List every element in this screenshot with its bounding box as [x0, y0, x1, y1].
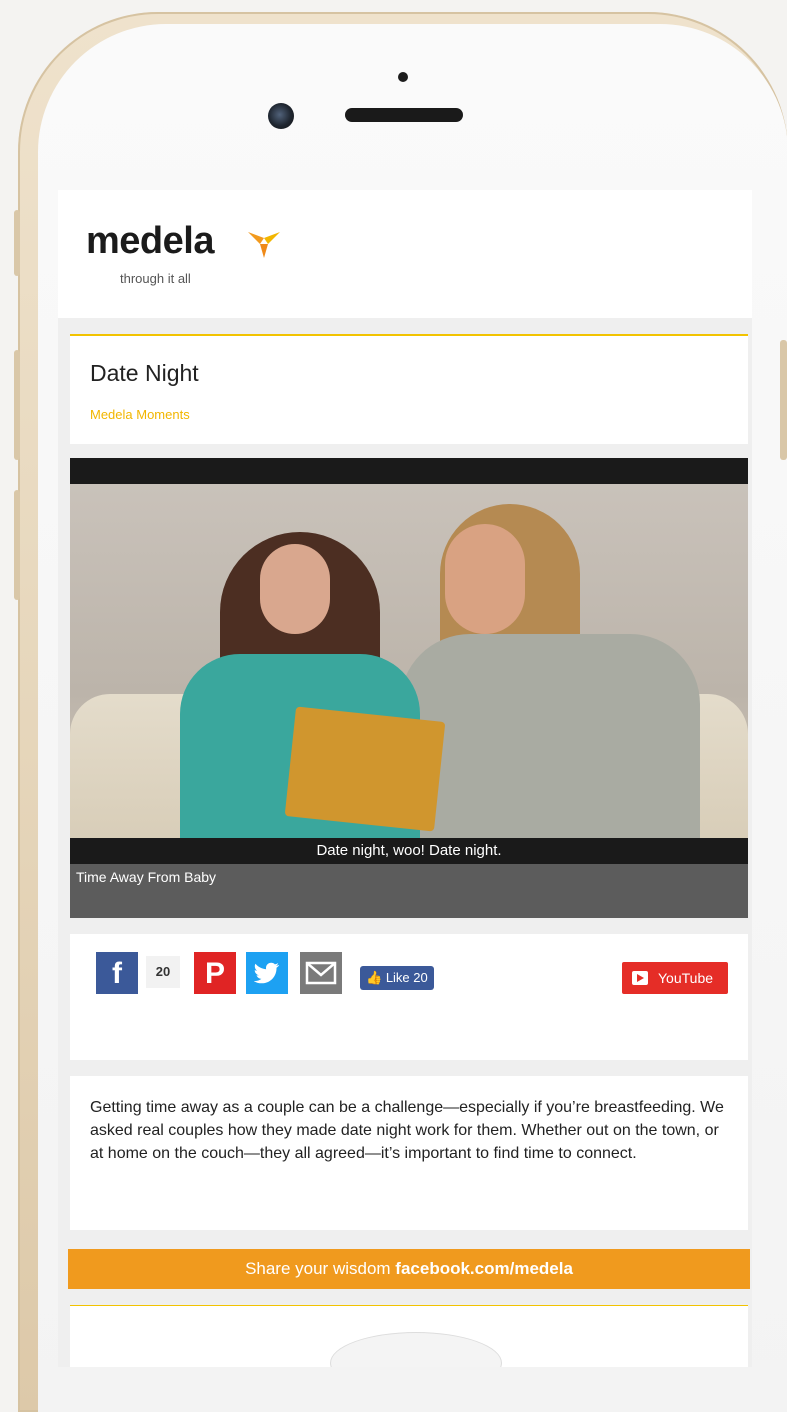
youtube-button[interactable]: YouTube	[622, 962, 728, 994]
mute-switch	[14, 210, 20, 276]
like-label: Like 20	[385, 970, 428, 985]
twitter-share-button[interactable]	[246, 952, 288, 994]
video-title-bar[interactable]: Time Away From Baby	[70, 864, 748, 918]
volume-up-button	[14, 350, 20, 460]
front-sensor	[398, 72, 408, 82]
video-frame-image[interactable]	[70, 484, 748, 864]
earpiece-speaker	[345, 108, 463, 122]
video-subtitle: Date night, woo! Date night.	[70, 838, 748, 864]
product-image	[330, 1332, 502, 1367]
next-section	[70, 1305, 748, 1367]
article-category[interactable]: Medela Moments	[90, 407, 190, 422]
brand-tagline: through it all	[120, 271, 191, 286]
youtube-play-icon	[632, 971, 648, 985]
article-body: Getting time away as a couple can be a c…	[70, 1076, 748, 1230]
pinterest-icon: P	[204, 957, 225, 990]
facebook-share-button[interactable]: f	[96, 952, 138, 994]
article-header: Date Night Medela Moments	[70, 334, 748, 444]
email-share-button[interactable]	[300, 952, 342, 994]
pinterest-share-button[interactable]: P	[194, 952, 236, 994]
front-camera	[268, 103, 294, 129]
medela-logo-icon	[248, 232, 280, 258]
woman-face	[260, 544, 330, 634]
man-figure	[400, 634, 700, 864]
article-body-text: Getting time away as a couple can be a c…	[90, 1099, 724, 1162]
power-button	[780, 340, 787, 460]
facebook-like-button[interactable]: 👍 Like 20	[360, 966, 434, 990]
video-player[interactable]: Date night, woo! Date night. Time Away F…	[70, 458, 748, 918]
mail-icon	[305, 961, 337, 985]
share-bar: f 20 P 👍 Like 20 YouTube	[70, 934, 748, 1060]
twitter-icon	[253, 962, 280, 984]
email-screen[interactable]: medela through it all Date Night Medela …	[58, 190, 752, 1367]
facebook-share-count: 20	[146, 956, 180, 988]
volume-down-button	[14, 490, 20, 600]
cta-prefix: Share your wisdom	[245, 1259, 396, 1278]
man-face	[445, 524, 525, 634]
email-header: medela through it all	[58, 190, 752, 318]
video-title: Time Away From Baby	[76, 869, 217, 885]
gold-folder	[284, 706, 446, 832]
article-title: Date Night	[90, 360, 199, 386]
cta-link[interactable]: facebook.com/medela	[395, 1259, 573, 1278]
brand-logo[interactable]: medela	[86, 220, 214, 263]
youtube-label: YouTube	[658, 970, 714, 986]
facebook-icon: f	[112, 957, 122, 990]
share-wisdom-banner[interactable]: Share your wisdom facebook.com/medela	[68, 1249, 750, 1289]
thumbs-up-icon: 👍	[366, 970, 383, 985]
video-top-bar	[70, 458, 748, 484]
